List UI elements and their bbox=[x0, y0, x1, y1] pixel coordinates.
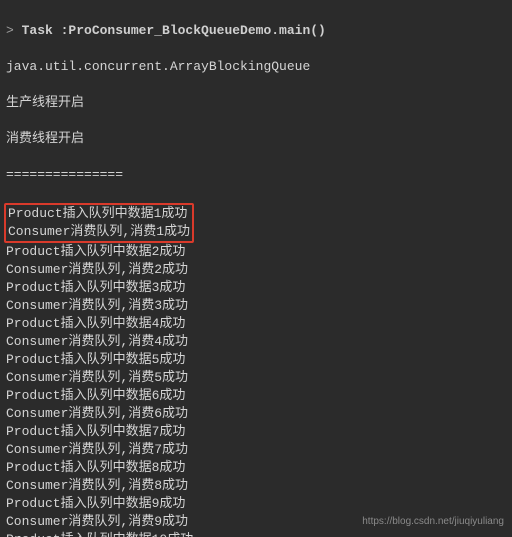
highlight-line-1: Product插入队列中数据1成功 bbox=[8, 205, 190, 223]
log-line: Product插入队列中数据6成功 bbox=[6, 387, 506, 405]
console-output: > Task :ProConsumer_BlockQueueDemo.main(… bbox=[0, 0, 512, 537]
task-name: Task :ProConsumer_BlockQueueDemo.main() bbox=[22, 23, 326, 38]
log-line: Consumer消费队列,消费2成功 bbox=[6, 261, 506, 279]
log-line: Consumer消费队列,消费6成功 bbox=[6, 405, 506, 423]
log-line: Consumer消费队列,消费5成功 bbox=[6, 369, 506, 387]
log-line: Product插入队列中数据4成功 bbox=[6, 315, 506, 333]
log-line: Product插入队列中数据10成功 bbox=[6, 531, 506, 537]
log-line: Consumer消费队列,消费4成功 bbox=[6, 333, 506, 351]
log-lines: Product插入队列中数据2成功Consumer消费队列,消费2成功Produ… bbox=[6, 243, 506, 537]
log-line: Consumer消费队列,消费3成功 bbox=[6, 297, 506, 315]
log-line: Product插入队列中数据2成功 bbox=[6, 243, 506, 261]
log-line: Consumer消费队列,消费7成功 bbox=[6, 441, 506, 459]
class-name-line: java.util.concurrent.ArrayBlockingQueue bbox=[6, 58, 506, 76]
log-line: Product插入队列中数据5成功 bbox=[6, 351, 506, 369]
consumer-start-line: 消费线程开启 bbox=[6, 130, 506, 148]
log-line: Product插入队列中数据7成功 bbox=[6, 423, 506, 441]
task-prompt: > bbox=[6, 23, 22, 38]
highlight-annotation: Product插入队列中数据1成功Consumer消费队列,消费1成功 bbox=[4, 203, 194, 243]
log-line: Consumer消费队列,消费8成功 bbox=[6, 477, 506, 495]
producer-start-line: 生产线程开启 bbox=[6, 94, 506, 112]
log-line: Product插入队列中数据8成功 bbox=[6, 459, 506, 477]
highlight-line-2: Consumer消费队列,消费1成功 bbox=[8, 223, 190, 241]
watermark: https://blog.csdn.net/jiuqiyuliang bbox=[362, 513, 504, 531]
log-line: Product插入队列中数据9成功 bbox=[6, 495, 506, 513]
log-line: Product插入队列中数据3成功 bbox=[6, 279, 506, 297]
separator-line: =============== bbox=[6, 166, 506, 184]
